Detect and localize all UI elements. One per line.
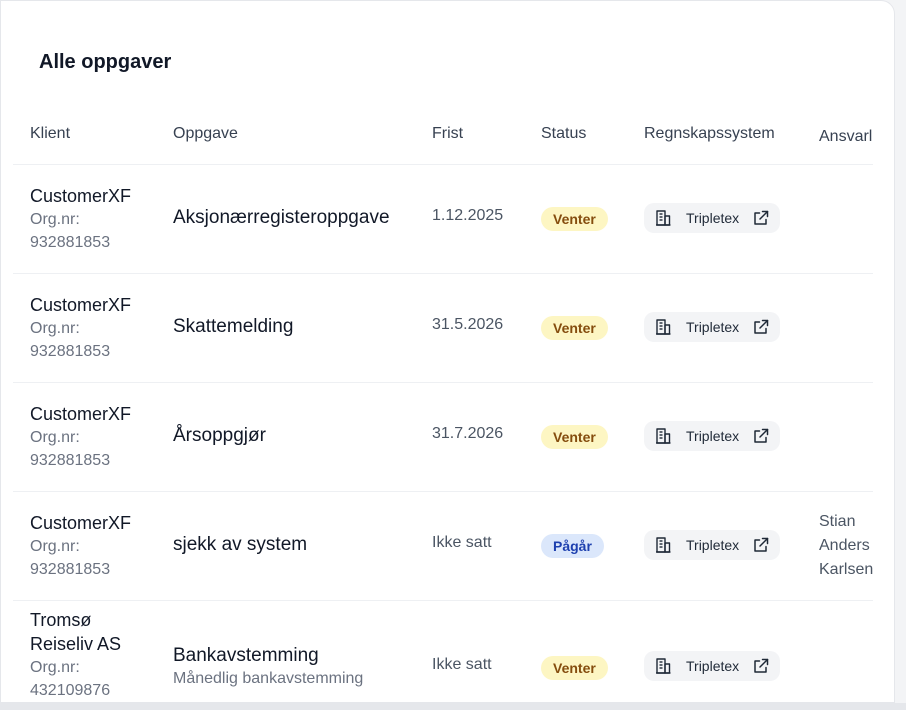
- due-date: 1.12.2025: [432, 207, 504, 224]
- page-title: Alle oppgaver: [39, 51, 172, 73]
- task-cell: Skattemelding: [173, 316, 423, 338]
- table-viewport[interactable]: Klient Oppgave Frist Status Regnskapssys…: [13, 111, 873, 702]
- system-cell: Tripletex: [644, 421, 781, 451]
- due-date: Ikke satt: [432, 656, 492, 673]
- due-date: 31.7.2026: [432, 425, 504, 442]
- task-name[interactable]: Aksjonærregisteroppgave: [173, 207, 423, 229]
- horizontal-scrollbar[interactable]: [0, 703, 906, 710]
- client-cell: CustomerXF Org.nr: 932881853: [30, 511, 160, 581]
- due-date: Ikke satt: [432, 534, 492, 551]
- external-link-icon[interactable]: [752, 209, 770, 227]
- external-link-icon[interactable]: [752, 657, 770, 675]
- client-name[interactable]: Reiseliv AS: [30, 632, 160, 656]
- system-name: Tripletex: [686, 537, 740, 553]
- responsible-name: Anders: [819, 537, 870, 554]
- responsible-name: Karlsen: [819, 561, 873, 578]
- table-row[interactable]: CustomerXF Org.nr: 932881853 Skattemelding 3…: [13, 274, 873, 383]
- header-due[interactable]: Frist: [432, 125, 532, 143]
- client-cell: Tromsø Reiseliv AS Org.nr: 432109876: [30, 608, 160, 702]
- status-badge: Venter: [541, 316, 608, 340]
- external-link-icon[interactable]: [752, 427, 770, 445]
- system-pill: Tripletex: [644, 203, 781, 233]
- table-row[interactable]: Tromsø Reiseliv AS Org.nr: 432109876 Bankavs…: [13, 601, 873, 702]
- task-name[interactable]: Årsoppgjør: [173, 425, 423, 447]
- header-task[interactable]: Oppgave: [173, 125, 423, 143]
- task-name[interactable]: sjekk av system: [173, 534, 423, 556]
- building-icon: [654, 536, 672, 554]
- status-badge: Venter: [541, 425, 608, 449]
- table-body: CustomerXF Org.nr: 932881853 Aksjonærregist…: [13, 165, 873, 702]
- status-badge: Pågår: [541, 534, 604, 558]
- external-link-icon[interactable]: [752, 318, 770, 336]
- table-row[interactable]: CustomerXF Org.nr: 932881853 Aksjonærregist…: [13, 165, 873, 274]
- system-name: Tripletex: [686, 210, 740, 226]
- system-cell: Tripletex: [644, 651, 781, 681]
- header-responsible[interactable]: Ansvarlig: [819, 125, 873, 149]
- task-cell: Aksjonærregisteroppgave: [173, 207, 423, 229]
- status-badge: Venter: [541, 207, 608, 231]
- due-date: 31.5.2026: [432, 316, 504, 333]
- client-name[interactable]: CustomerXF: [30, 402, 160, 426]
- system-cell: Tripletex: [644, 203, 781, 233]
- header-client[interactable]: Klient: [30, 125, 160, 143]
- task-description: Månedlig bankavstemming: [173, 670, 364, 687]
- org-label: Org.nr:: [30, 538, 80, 555]
- building-icon: [654, 657, 672, 675]
- status-cell: Venter: [541, 316, 608, 340]
- system-pill: Tripletex: [644, 312, 781, 342]
- status-cell: Venter: [541, 207, 608, 231]
- table-header-row: Klient Oppgave Frist Status Regnskapssys…: [13, 111, 873, 165]
- responsible-cell: Stian Anders Karlsen: [819, 510, 873, 582]
- system-pill: Tripletex: [644, 421, 781, 451]
- header-status[interactable]: Status: [541, 125, 586, 143]
- client-name[interactable]: Tromsø: [30, 608, 160, 632]
- header-system[interactable]: Regnskapssystem: [644, 125, 775, 143]
- org-number: 932881853: [30, 234, 111, 251]
- org-number: 432109876: [30, 682, 111, 699]
- task-cell: sjekk av system: [173, 534, 423, 556]
- client-name[interactable]: CustomerXF: [30, 511, 160, 535]
- status-cell: Pågår: [541, 534, 604, 558]
- task-name[interactable]: Skattemelding: [173, 316, 423, 338]
- client-name[interactable]: CustomerXF: [30, 184, 160, 208]
- org-number: 932881853: [30, 343, 111, 360]
- system-pill: Tripletex: [644, 651, 781, 681]
- org-label: Org.nr:: [30, 429, 80, 446]
- system-cell: Tripletex: [644, 530, 781, 560]
- org-number: 932881853: [30, 561, 111, 578]
- status-badge: Venter: [541, 656, 608, 680]
- task-name[interactable]: Bankavstemming: [173, 645, 423, 667]
- table-row[interactable]: CustomerXF Org.nr: 932881853 sjekk av syste…: [13, 492, 873, 601]
- building-icon: [654, 318, 672, 336]
- status-cell: Venter: [541, 425, 608, 449]
- tasks-card: Alle oppgaver Klient Oppgave Frist Statu…: [0, 0, 895, 703]
- client-cell: CustomerXF Org.nr: 932881853: [30, 293, 160, 363]
- org-label: Org.nr:: [30, 320, 80, 337]
- org-label: Org.nr:: [30, 211, 80, 228]
- client-name[interactable]: CustomerXF: [30, 293, 160, 317]
- table-row[interactable]: CustomerXF Org.nr: 932881853 Årsoppgjør 31.7…: [13, 383, 873, 492]
- building-icon: [654, 427, 672, 445]
- external-link-icon[interactable]: [752, 536, 770, 554]
- org-label: Org.nr:: [30, 659, 80, 676]
- tasks-table: Klient Oppgave Frist Status Regnskapssys…: [13, 111, 873, 702]
- task-cell: Årsoppgjør: [173, 425, 423, 447]
- client-cell: CustomerXF Org.nr: 932881853: [30, 184, 160, 254]
- system-name: Tripletex: [686, 658, 740, 674]
- system-cell: Tripletex: [644, 312, 781, 342]
- system-name: Tripletex: [686, 319, 740, 335]
- responsible-name: Stian: [819, 513, 856, 530]
- task-cell: Bankavstemming Månedlig bankavstemming: [173, 645, 423, 688]
- system-name: Tripletex: [686, 428, 740, 444]
- system-pill: Tripletex: [644, 530, 781, 560]
- building-icon: [654, 209, 672, 227]
- status-cell: Venter: [541, 656, 608, 680]
- org-number: 932881853: [30, 452, 111, 469]
- client-cell: CustomerXF Org.nr: 932881853: [30, 402, 160, 472]
